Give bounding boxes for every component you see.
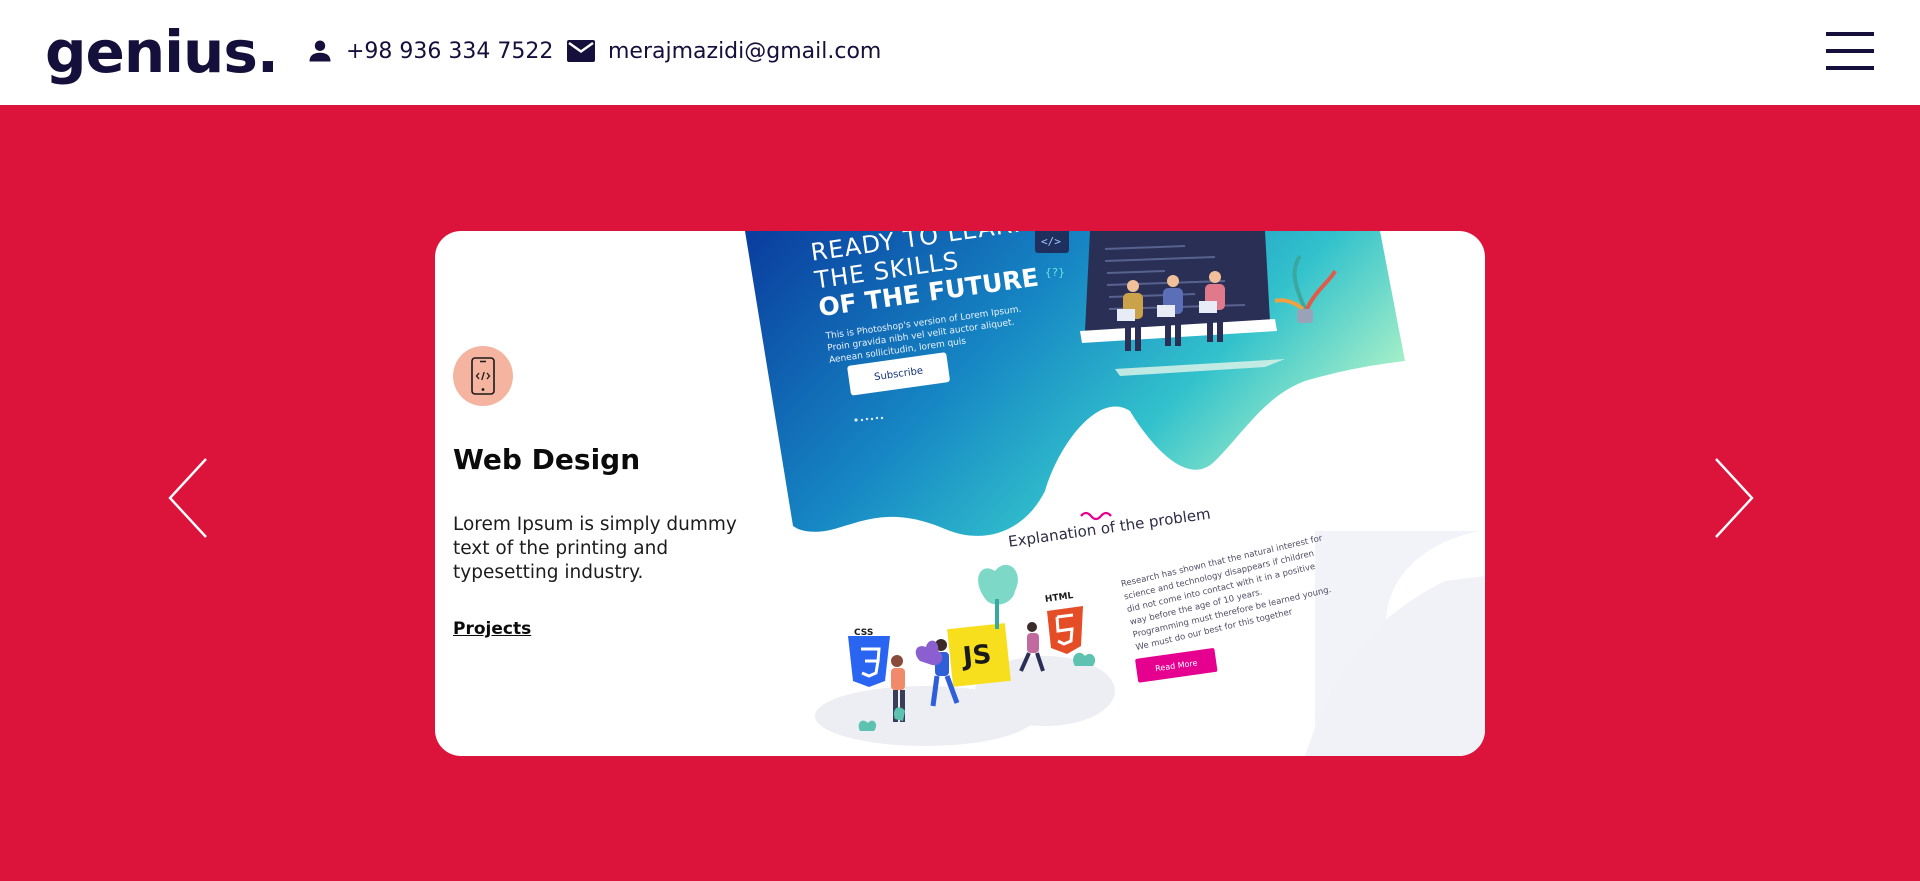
css-badge-label: CSS [854, 628, 874, 638]
chevron-left-icon[interactable] [166, 455, 212, 541]
projects-link[interactable]: Projects [453, 619, 531, 639]
hamburger-menu-icon[interactable] [1826, 30, 1874, 72]
card-description: Lorem Ipsum is simply dummy text of the … [453, 514, 737, 583]
svg-text:</>: </> [1041, 235, 1061, 248]
service-card: Web Design Lorem Ipsum is simply dummy t… [435, 231, 1485, 756]
card-title: Web Design [453, 443, 641, 476]
logo[interactable]: genius. [45, 14, 279, 90]
phone-contact[interactable]: +98 936 334 7522 [306, 34, 553, 68]
person-icon [309, 40, 331, 62]
email-address: merajmazidi@gmail.com [608, 38, 882, 64]
phone-number: +98 936 334 7522 [346, 38, 554, 64]
web-design-illustration: </> {?} READY TO LEARN THE SKILLS OF THE… [745, 231, 1485, 756]
envelope-icon [567, 40, 595, 62]
email-contact[interactable]: merajmazidi@gmail.com [566, 34, 881, 68]
chevron-right-icon[interactable] [1710, 455, 1756, 541]
svg-text:{?}: {?} [1045, 266, 1065, 279]
js-badge-label: JS [961, 639, 993, 673]
site-header: genius. +98 936 334 7522 merajmazidi@gma… [0, 0, 1920, 105]
hero-section: Web Design Lorem Ipsum is simply dummy t… [0, 105, 1920, 881]
mobile-code-icon [453, 346, 513, 406]
